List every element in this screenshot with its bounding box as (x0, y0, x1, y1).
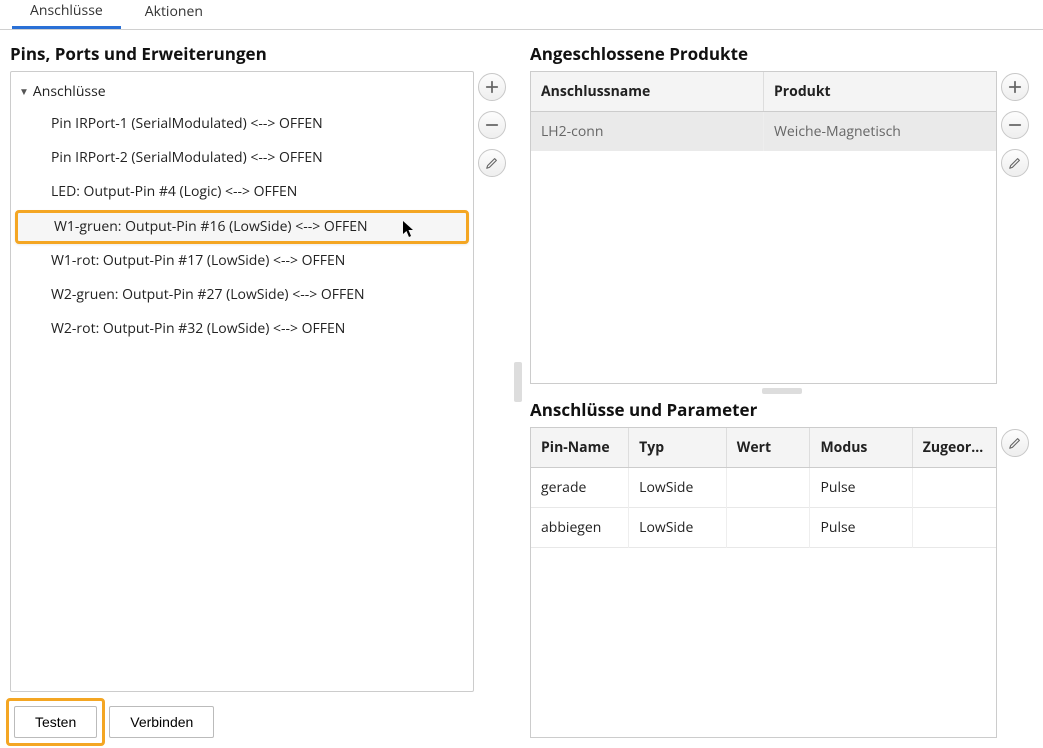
params-table-box[interactable]: Pin-Name Typ Wert Modus Zugeord… geradeL… (530, 427, 997, 738)
col-pin-name[interactable]: Pin-Name (531, 428, 629, 468)
tab-bar: Anschlüsse Aktionen (0, 0, 1043, 30)
tree-root[interactable]: ▼ Anschlüsse (11, 76, 473, 107)
params-edit-button[interactable] (1001, 429, 1029, 457)
table-row[interactable]: geradeLowSide Pulse (531, 468, 996, 508)
products-table[interactable]: Anschlussname Produkt LH2-connWeiche-Mag… (530, 71, 997, 384)
products-remove-button[interactable] (1001, 111, 1029, 139)
cell-value (726, 468, 810, 508)
edit-button[interactable] (478, 149, 506, 177)
col-wert[interactable]: Wert (726, 428, 810, 468)
col-anschlussname[interactable]: Anschlussname (531, 72, 764, 112)
pencil-icon (485, 156, 499, 170)
remove-button[interactable] (478, 111, 506, 139)
products-title: Angeschlossene Produkte (530, 42, 1033, 65)
pencil-icon (1008, 436, 1022, 450)
cell-type: LowSide (629, 468, 727, 508)
params-title: Anschlüsse und Parameter (530, 398, 1033, 421)
tree-item[interactable]: LED: Output-Pin #4 (Logic) <--> OFFEN (11, 175, 473, 209)
tree-root-label: Anschlüsse (33, 82, 106, 101)
cell-assigned (912, 508, 996, 548)
cell-mode: Pulse (810, 508, 912, 548)
tab-connections[interactable]: Anschlüsse (12, 0, 121, 29)
pencil-icon (1008, 156, 1022, 170)
col-produkt[interactable]: Produkt (764, 72, 997, 112)
connect-button[interactable]: Verbinden (109, 706, 214, 738)
tree-box[interactable]: ▼ Anschlüsse Pin IRPort-1 (SerialModulat… (10, 71, 474, 692)
minus-icon (1008, 118, 1022, 132)
cell-value (726, 508, 810, 548)
tab-actions[interactable]: Aktionen (127, 0, 221, 29)
tree-item[interactable]: Pin IRPort-2 (SerialModulated) <--> OFFE… (11, 141, 473, 175)
plus-icon (485, 80, 499, 94)
cell-produkt: Weiche-Magnetisch (764, 112, 997, 152)
tree-item[interactable]: Pin IRPort-1 (SerialModulated) <--> OFFE… (11, 107, 473, 141)
cell-pin: abbiegen (531, 508, 629, 548)
cell-pin: gerade (531, 468, 629, 508)
col-typ[interactable]: Typ (629, 428, 727, 468)
table-row[interactable]: abbiegenLowSide Pulse (531, 508, 996, 548)
col-zugeordnet[interactable]: Zugeord… (912, 428, 996, 468)
horizontal-splitter[interactable] (530, 384, 1033, 398)
minus-icon (485, 118, 499, 132)
cursor-icon (402, 220, 416, 243)
tree-item[interactable]: W2-rot: Output-Pin #32 (LowSide) <--> OF… (11, 312, 473, 346)
plus-icon (1008, 80, 1022, 94)
caret-down-icon: ▼ (19, 84, 29, 98)
left-section-title: Pins, Ports und Erweiterungen (10, 42, 510, 65)
vertical-splitter[interactable] (516, 42, 520, 738)
add-button[interactable] (478, 73, 506, 101)
test-button[interactable]: Testen (14, 706, 97, 738)
products-edit-button[interactable] (1001, 149, 1029, 177)
cell-assigned (912, 468, 996, 508)
products-add-button[interactable] (1001, 73, 1029, 101)
tree-item[interactable]: W1-rot: Output-Pin #17 (LowSide) <--> OF… (11, 244, 473, 278)
tree-item[interactable]: W2-gruen: Output-Pin #27 (LowSide) <--> … (11, 278, 473, 312)
tree-item[interactable]: W1-gruen: Output-Pin #16 (LowSide) <--> … (15, 210, 469, 244)
cell-mode: Pulse (810, 468, 912, 508)
test-button-label: Testen (35, 714, 76, 730)
col-modus[interactable]: Modus (810, 428, 912, 468)
table-row[interactable]: LH2-connWeiche-Magnetisch (531, 112, 996, 152)
cell-type: LowSide (629, 508, 727, 548)
cell-anschlussname: LH2-conn (531, 112, 764, 152)
